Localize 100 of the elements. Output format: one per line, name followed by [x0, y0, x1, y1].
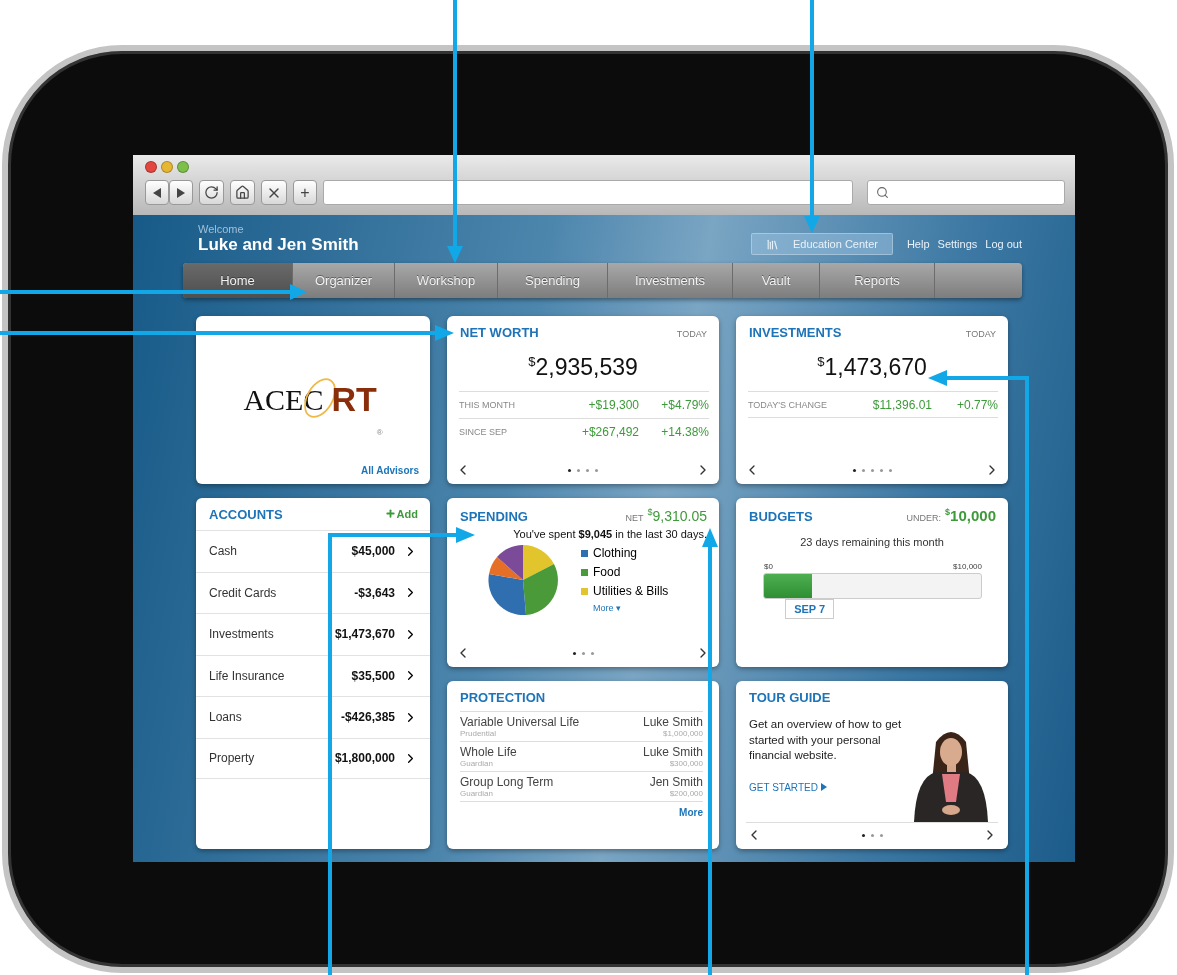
- page-dot[interactable]: [879, 833, 883, 837]
- plus-icon[interactable]: [384, 508, 396, 519]
- scale-min: $0: [764, 562, 773, 571]
- stop-button[interactable]: [261, 180, 287, 205]
- page-dot[interactable]: [888, 468, 892, 472]
- page-dot[interactable]: [870, 833, 874, 837]
- page-dot[interactable]: [861, 468, 865, 472]
- days-remaining: 23 days remaining this month: [799, 535, 945, 550]
- welcome-label: Welcome: [198, 223, 245, 235]
- forward-icon[interactable]: [176, 187, 186, 198]
- stat-label: SINCE SEP: [459, 427, 508, 437]
- period-label: TODAY: [676, 329, 707, 339]
- nav-tab[interactable]: Vault: [733, 263, 820, 298]
- account-amount: $1,473,670: [334, 627, 395, 642]
- account-amount: $35,500: [351, 668, 395, 683]
- card-title: NET WORTH: [460, 325, 539, 340]
- policy-amount: $1,000,000: [662, 729, 703, 738]
- policy-owner: Jen Smith: [649, 775, 703, 789]
- card-title: INVESTMENTS: [749, 325, 842, 340]
- home-button[interactable]: [230, 180, 255, 205]
- page-dot[interactable]: [581, 651, 585, 655]
- account-name[interactable]: Loans: [209, 710, 341, 725]
- legend-label: Clothing: [593, 546, 638, 561]
- page-dot[interactable]: [870, 468, 874, 472]
- stat-percent: +14.38%: [660, 425, 709, 439]
- page-dot[interactable]: [590, 651, 594, 655]
- page-dot[interactable]: [568, 468, 571, 472]
- search-field[interactable]: [867, 180, 1065, 205]
- legend-label: Food: [593, 565, 621, 580]
- home-icon[interactable]: [235, 185, 250, 200]
- page-dot[interactable]: [879, 468, 883, 472]
- date-marker: SEP 7: [785, 599, 835, 619]
- add-link[interactable]: Add: [384, 507, 418, 520]
- account-name[interactable]: Life Insurance: [209, 668, 352, 683]
- policy-name: Group Long Term: [460, 775, 554, 789]
- stat-amount: $11,396.01: [872, 397, 932, 412]
- page-dot[interactable]: [595, 468, 598, 472]
- nav-tab[interactable]: Spending: [498, 263, 608, 298]
- user-name: Luke and Jen Smith: [198, 235, 359, 255]
- new-tab-button[interactable]: +: [293, 180, 317, 205]
- header-link[interactable]: Settings: [937, 238, 978, 250]
- card-title: ACCOUNTS: [209, 507, 283, 522]
- under-label: UNDER:: [906, 513, 942, 523]
- card-title: TOUR GUIDE: [749, 690, 831, 705]
- stat-amount: +$19,300: [588, 398, 639, 412]
- insurer-name: Guardian: [460, 789, 493, 798]
- page-dot[interactable]: [577, 468, 580, 472]
- account-name[interactable]: Cash: [209, 544, 352, 559]
- legend-label: Utilities & Bills: [593, 584, 669, 599]
- get-started-link[interactable]: GET STARTED: [749, 781, 909, 793]
- address-field[interactable]: [323, 180, 853, 205]
- zoom-window-button[interactable]: [177, 161, 189, 173]
- nav-tab[interactable]: Workshop: [395, 263, 498, 298]
- account-amount: -$426,385: [340, 710, 395, 725]
- account-name[interactable]: Credit Cards: [209, 585, 355, 600]
- account-amount: $45,000: [351, 544, 395, 559]
- policy-name: Whole Life: [460, 745, 517, 759]
- reload-button[interactable]: [199, 180, 224, 205]
- account-amount: -$3,643: [354, 585, 395, 600]
- all-advisors-link[interactable]: All Advisors: [361, 465, 430, 484]
- header-link[interactable]: Help: [906, 238, 930, 250]
- card-title: BUDGETS: [749, 509, 813, 524]
- close-window-button[interactable]: [145, 161, 157, 173]
- triangle-icon[interactable]: [820, 783, 827, 792]
- page-dot[interactable]: [572, 651, 576, 655]
- stat-label: THIS MONTH: [459, 400, 516, 410]
- spending-summary: You've spent $9,045 in the last 30 days.: [512, 527, 708, 542]
- more-link[interactable]: More: [679, 802, 719, 818]
- forward-button[interactable]: [169, 180, 193, 205]
- card-title: SPENDING: [460, 508, 528, 524]
- net-amount: $^{$}$9,310.05: [647, 507, 707, 524]
- page-dot[interactable]: [852, 468, 856, 472]
- investments-total: $^{$}$1,473,670: [816, 353, 928, 382]
- more-link[interactable]: More ▾: [593, 603, 669, 614]
- stat-label: TODAY'S CHANGE: [748, 399, 828, 410]
- scale-max: $10,000: [953, 562, 982, 571]
- page-dot[interactable]: [586, 468, 589, 472]
- card-title: PROTECTION: [460, 690, 546, 705]
- account-amount: $1,800,000: [334, 751, 395, 766]
- back-icon[interactable]: [152, 187, 162, 198]
- stat-amount: +$267,492: [581, 425, 639, 439]
- policy-amount: $200,000: [669, 789, 703, 798]
- account-name[interactable]: Property: [209, 751, 335, 766]
- nav-tab[interactable]: Investments: [608, 263, 733, 298]
- tour-description: Get an overview of how to get started with your personal financial website.: [749, 717, 903, 764]
- account-name[interactable]: Investments: [209, 627, 335, 642]
- policy-owner: Luke Smith: [642, 715, 703, 729]
- header-link[interactable]: Log out: [985, 238, 1022, 250]
- books-icon: [765, 237, 779, 251]
- nav-tab[interactable]: Reports: [820, 263, 935, 298]
- logo-text: RT: [331, 380, 377, 419]
- policy-owner: Luke Smith: [642, 745, 703, 759]
- back-button[interactable]: [145, 180, 169, 205]
- reload-icon[interactable]: [204, 185, 219, 200]
- insurer-name: Guardian: [460, 759, 493, 768]
- insurer-name: Prudential: [460, 729, 497, 738]
- registered-mark: ®: [376, 428, 383, 437]
- page-dot[interactable]: [861, 833, 865, 837]
- net-worth-total: $^{$}$2,935,539: [527, 353, 639, 382]
- stat-percent: +0.77%: [955, 397, 998, 412]
